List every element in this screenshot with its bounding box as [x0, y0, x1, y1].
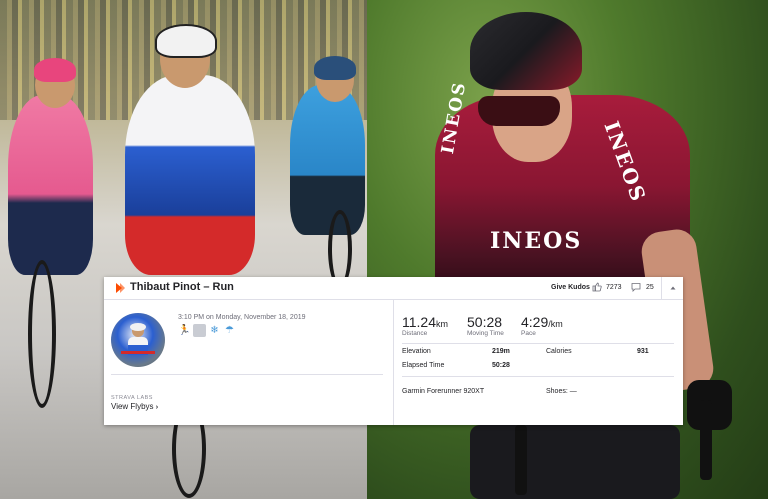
rider-pink-jersey — [8, 95, 93, 275]
stat-value: 11.24 — [402, 314, 436, 330]
device-divider — [402, 376, 674, 377]
rider-shorts — [470, 425, 680, 499]
column-divider — [393, 300, 394, 425]
calories-value: 931 — [637, 348, 649, 355]
strava-chevron-icon — [116, 283, 125, 293]
stat-distance: 11.24km Distance — [402, 314, 448, 337]
strava-labs-label: STRAVA LABS — [111, 395, 153, 401]
strava-activity-card: Thibaut Pinot – Run Give Kudos 7273 25 3… — [104, 277, 683, 425]
header-divider — [661, 277, 662, 299]
jersey-text-main: INEOS — [490, 228, 583, 254]
stats-divider — [402, 343, 674, 344]
stat-unit: /km — [548, 319, 563, 329]
stat-moving-time: 50:28 Moving Time — [467, 314, 504, 337]
snowflake-icon: ❄ — [210, 325, 219, 336]
rider-helmet — [470, 12, 582, 90]
activity-date: 3:10 PM on Monday, November 18, 2019 — [178, 314, 306, 321]
bike-handlebar — [700, 400, 712, 480]
rider-groupama-jersey — [125, 75, 255, 275]
give-kudos-button[interactable]: Give Kudos — [551, 284, 590, 291]
athlete-avatar[interactable] — [111, 313, 165, 367]
comment-icon[interactable] — [631, 282, 641, 292]
card-header: Thibaut Pinot – Run Give Kudos 7273 25 — [104, 277, 683, 300]
rider-helmet — [34, 58, 76, 82]
stat-unit: km — [436, 319, 448, 329]
elapsed-time-label: Elapsed Time — [402, 362, 445, 369]
bike-wheel — [28, 260, 56, 408]
device-label: Garmin Forerunner 920XT — [402, 388, 485, 395]
avatar-rider-image — [121, 323, 155, 355]
stat-value: 50:28 — [467, 314, 503, 330]
elevation-label: Elevation — [402, 348, 431, 355]
stat-pace: 4:29/km Pace — [521, 314, 563, 337]
collapse-caret-icon[interactable] — [668, 283, 678, 293]
rider-blue-jersey — [290, 85, 365, 235]
comment-count[interactable]: 25 — [646, 284, 654, 291]
calories-label: Calories — [546, 348, 572, 355]
rider-helmet — [314, 56, 356, 80]
elevation-value: 219m — [492, 348, 510, 355]
stat-label: Moving Time — [467, 330, 504, 337]
elapsed-time-value: 50:28 — [492, 362, 510, 369]
stat-label: Pace — [521, 330, 536, 337]
runner-icon: 🏃 — [178, 325, 191, 336]
left-divider — [111, 374, 383, 375]
cloud-rain-icon: ☂ — [225, 325, 234, 336]
view-flybys-link[interactable]: View Flybys › — [111, 402, 158, 411]
activity-icons: 🏃 ❄ ☂ — [178, 324, 236, 338]
stat-label: Distance — [402, 330, 428, 337]
bike-handlebar — [515, 425, 527, 495]
stat-value: 4:29 — [521, 314, 549, 330]
kudos-count[interactable]: 7273 — [606, 284, 622, 291]
rider-sunglasses — [478, 96, 560, 126]
shoes-label: Shoes: — — [546, 388, 577, 395]
thumbs-up-icon[interactable] — [592, 282, 602, 292]
activity-title[interactable]: Thibaut Pinot – Run — [130, 281, 234, 293]
rider-helmet — [155, 24, 217, 58]
photo-placeholder-icon — [193, 324, 206, 337]
